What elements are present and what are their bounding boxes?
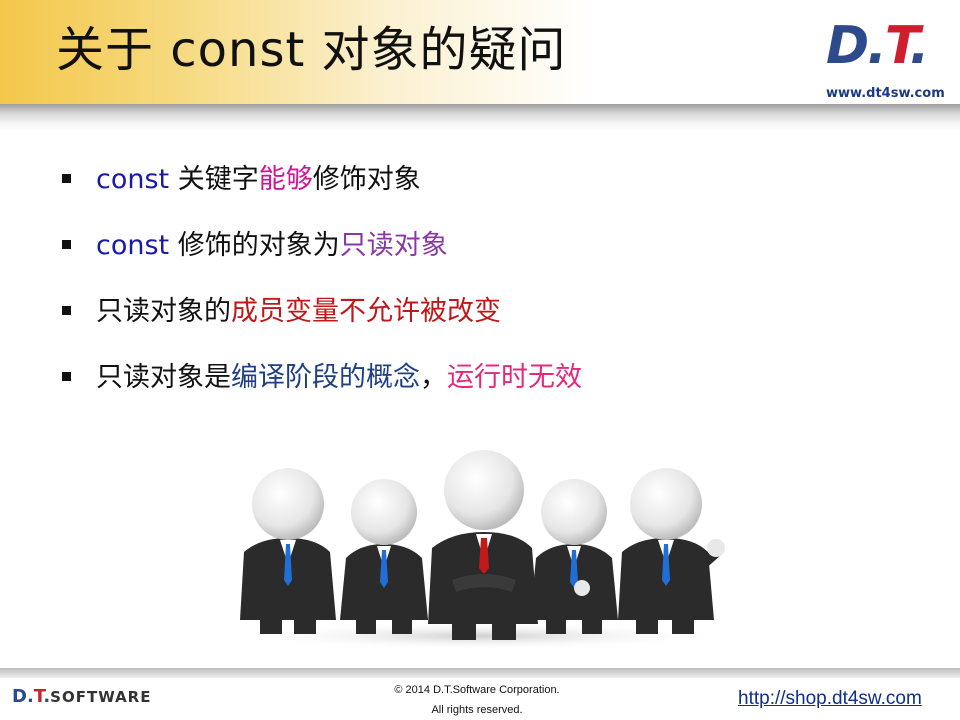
bullet-item: 只读对象是编译阶段的概念，运行时无效: [60, 354, 920, 420]
bullet-segment: 编译阶段的概念: [231, 362, 420, 393]
bullet-list: const 关键字能够修饰对象 const 修饰的对象为只读对象 只读对象的成员…: [60, 156, 920, 420]
copyright: © 2014 D.T.Software Corporation. All rig…: [372, 680, 582, 720]
bullet-text: const 关键字能够修饰对象: [96, 156, 421, 204]
business-figures-icon: [235, 450, 725, 650]
copyright-line-1: © 2014 D.T.Software Corporation.: [394, 684, 560, 696]
bullet-segment: const: [96, 230, 170, 261]
figure-4: [530, 479, 618, 634]
bullet-square-icon: [62, 240, 71, 249]
bullet-segment: 修饰的对象为: [169, 230, 340, 261]
bullet-square-icon: [62, 306, 71, 315]
bullet-item: const 修饰的对象为只读对象: [60, 222, 920, 288]
bullet-segment: 只读对象: [339, 230, 448, 261]
bullet-segment: 修饰对象: [312, 164, 421, 195]
bullet-segment: 成员变量: [231, 296, 339, 327]
logo-letters: D.: [826, 16, 887, 76]
bullet-item: const 关键字能够修饰对象: [60, 156, 920, 222]
figure-3: [428, 450, 538, 640]
bullet-text: const 修饰的对象为只读对象: [96, 222, 448, 270]
bullet-segment: 能够: [258, 164, 313, 195]
footer-logo-letters-red: T: [33, 686, 44, 707]
bullet-segment: 只读对象的: [96, 296, 231, 327]
footer-logo: D.T.SOFTWARE: [12, 686, 151, 707]
slide-title: 关于 const 对象的疑问: [56, 22, 567, 78]
copyright-line-2: All rights reserved.: [431, 704, 523, 716]
bullet-segment: const: [96, 164, 170, 195]
bullet-square-icon: [62, 372, 71, 381]
bullet-segment: ，: [420, 362, 447, 393]
footer-divider: [0, 668, 960, 678]
logo-dot: .: [909, 16, 930, 76]
bullet-segment: 运行时无效: [447, 362, 582, 393]
bullet-segment: 关键字: [169, 164, 259, 195]
footer-logo-word: SOFTWARE: [50, 688, 152, 706]
dt-logo: D.T.: [826, 16, 930, 76]
shop-link[interactable]: http://shop.dt4sw.com: [738, 688, 922, 710]
footer-logo-letters: D.: [12, 686, 34, 707]
header-shadow: [0, 104, 960, 130]
figure-2: [340, 479, 428, 634]
bullet-item: 只读对象的成员变量不允许被改变: [60, 288, 920, 354]
figure-1: [240, 468, 336, 634]
logo-letters-red: T: [884, 16, 912, 76]
figure-5: [618, 468, 725, 634]
logo-url: www.dt4sw.com: [826, 86, 945, 101]
bullet-text: 只读对象的成员变量不允许被改变: [96, 288, 501, 336]
bullet-text: 只读对象是编译阶段的概念，运行时无效: [96, 354, 582, 402]
bullet-segment: 只读对象是: [96, 362, 231, 393]
bullet-segment: 不允许被改变: [339, 296, 501, 327]
bullet-square-icon: [62, 174, 71, 183]
